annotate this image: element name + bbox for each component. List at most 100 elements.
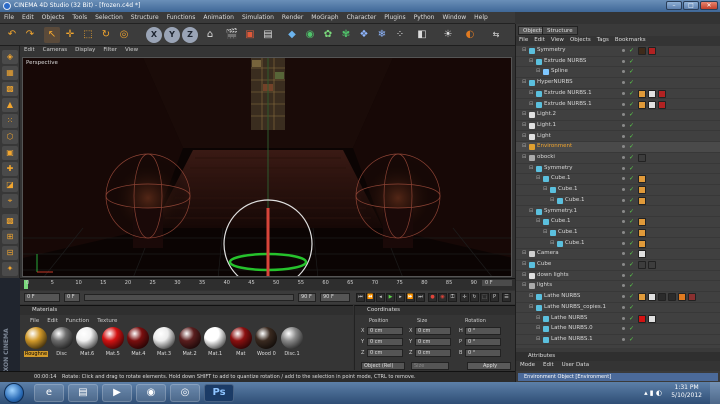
object-tag-icon[interactable] bbox=[648, 100, 656, 109]
enabled-check-icon[interactable]: ✓ bbox=[629, 68, 634, 75]
object-tag-icon[interactable] bbox=[678, 293, 686, 302]
object-menu-objects[interactable]: Objects bbox=[567, 36, 594, 43]
workplane-lock-icon[interactable]: ⊞ bbox=[2, 230, 18, 244]
prev-key-button[interactable]: ⏪ bbox=[366, 293, 375, 302]
coordinate-mode-select[interactable]: Object (Rel) bbox=[361, 362, 405, 370]
object-row[interactable]: ⊟ Cube.1 ✓ bbox=[516, 185, 720, 196]
expand-toggle-icon[interactable]: ⊟ bbox=[529, 90, 533, 96]
expand-toggle-icon[interactable]: ⊟ bbox=[536, 325, 540, 331]
expand-toggle-icon[interactable]: ⊟ bbox=[529, 208, 533, 214]
menu-selection[interactable]: Selection bbox=[91, 12, 127, 21]
play-button[interactable]: ▶ bbox=[386, 293, 395, 302]
menu-plugins[interactable]: Plugins bbox=[380, 12, 410, 21]
layout-icon[interactable]: ◐ bbox=[462, 27, 478, 43]
current-frame-field[interactable]: 0 F bbox=[64, 293, 80, 302]
expand-toggle-icon[interactable]: ⊟ bbox=[543, 186, 547, 192]
menu-animation[interactable]: Animation bbox=[199, 12, 238, 21]
grid-icon[interactable]: ⊟ bbox=[2, 246, 18, 260]
visibility-dot[interactable] bbox=[622, 305, 625, 309]
object-menu-tags[interactable]: Tags bbox=[594, 36, 612, 43]
scale-key-button[interactable]: ⬚ bbox=[480, 293, 489, 302]
maximize-button[interactable]: □ bbox=[683, 1, 699, 10]
object-tag-icon[interactable] bbox=[638, 293, 646, 302]
enabled-check-icon[interactable]: ✓ bbox=[629, 304, 634, 311]
light-icon[interactable]: ☀ bbox=[440, 27, 456, 43]
timeline-ruler[interactable]: 0 5 10 15 20 25 30 35 40 45 50 55 60 65 70 75 80 85 90 0 F bbox=[20, 278, 515, 290]
menu-python[interactable]: Python bbox=[410, 12, 439, 21]
visibility-dot[interactable] bbox=[622, 91, 625, 95]
visibility-dot[interactable] bbox=[622, 59, 625, 63]
viewport-menu-view[interactable]: View bbox=[121, 46, 142, 53]
explorer-taskbar-icon[interactable]: ▤ bbox=[68, 384, 98, 402]
viewport-menu-edit[interactable]: Edit bbox=[20, 46, 39, 53]
sculpt-icon[interactable]: ✦ bbox=[2, 262, 18, 276]
material-swatch[interactable]: Mat.1 bbox=[203, 327, 227, 361]
visibility-dot[interactable] bbox=[622, 177, 625, 181]
apply-button[interactable]: Apply bbox=[467, 362, 511, 370]
move-icon[interactable]: ✛ bbox=[62, 27, 78, 43]
object-tag-icon[interactable] bbox=[688, 293, 696, 302]
object-tag-icon[interactable] bbox=[638, 89, 646, 98]
position-field[interactable]: 0 cm bbox=[367, 349, 403, 357]
visibility-dot[interactable] bbox=[622, 134, 625, 138]
attributes-menu-mode[interactable]: Mode bbox=[516, 361, 539, 368]
enabled-check-icon[interactable]: ✓ bbox=[629, 101, 634, 108]
materials-menu-file[interactable]: File bbox=[26, 318, 43, 324]
size-field[interactable]: 0 cm bbox=[415, 349, 451, 357]
points-mode-icon[interactable]: ⁙ bbox=[2, 114, 18, 128]
visibility-dot[interactable] bbox=[622, 273, 625, 277]
object-row[interactable]: ⊟ Cube.1 ✓ bbox=[516, 196, 720, 207]
render-picture-viewer-icon[interactable]: ▣ bbox=[242, 27, 258, 43]
photoshop-taskbar-icon[interactable]: Ps bbox=[204, 384, 234, 402]
object-tag-icon[interactable] bbox=[638, 196, 646, 205]
record-button[interactable]: ● bbox=[428, 293, 437, 302]
enabled-check-icon[interactable]: ✓ bbox=[629, 197, 634, 204]
menu-tools[interactable]: Tools bbox=[68, 12, 91, 21]
menu-mograph[interactable]: MoGraph bbox=[307, 12, 342, 21]
object-menu-edit[interactable]: Edit bbox=[531, 36, 548, 43]
material-swatch[interactable]: Roughne bbox=[24, 327, 48, 361]
expand-toggle-icon[interactable]: ⊟ bbox=[536, 315, 540, 321]
object-tag-icon[interactable] bbox=[638, 250, 646, 259]
material-swatch[interactable]: Mat.3 bbox=[152, 327, 176, 361]
expand-toggle-icon[interactable]: ⊟ bbox=[522, 133, 526, 139]
expand-toggle-icon[interactable]: ⊟ bbox=[522, 47, 526, 53]
coordinate-system-icon[interactable]: ⌂ bbox=[202, 27, 218, 43]
material-swatch[interactable]: Wood 0 bbox=[254, 327, 278, 361]
render-settings-icon[interactable]: ▤ bbox=[260, 27, 276, 43]
camera-icon[interactable]: ◧ bbox=[414, 27, 430, 43]
redo-icon[interactable]: ↷ bbox=[22, 27, 38, 43]
menu-render[interactable]: Render bbox=[278, 12, 307, 21]
object-tag-icon[interactable] bbox=[638, 100, 646, 109]
start-frame-field[interactable]: 0 F bbox=[24, 293, 60, 302]
menu-character[interactable]: Character bbox=[343, 12, 381, 21]
object-row[interactable]: ⊟ Lathe NURBS ✓ bbox=[516, 314, 720, 324]
visibility-dot[interactable] bbox=[622, 81, 625, 85]
expand-toggle-icon[interactable]: ⊟ bbox=[522, 154, 526, 160]
show-desktop-button[interactable] bbox=[710, 382, 720, 404]
start-button[interactable] bbox=[4, 383, 24, 403]
visibility-dot[interactable] bbox=[622, 145, 625, 149]
expand-toggle-icon[interactable]: ⊟ bbox=[522, 122, 526, 128]
visibility-dot[interactable] bbox=[622, 263, 625, 266]
enabled-check-icon[interactable]: ✓ bbox=[629, 111, 634, 118]
expand-toggle-icon[interactable]: ⊟ bbox=[529, 58, 533, 64]
enabled-check-icon[interactable]: ✓ bbox=[629, 175, 634, 182]
expand-toggle-icon[interactable]: ⊟ bbox=[529, 165, 533, 171]
position-key-button[interactable]: ✛ bbox=[460, 293, 469, 302]
visibility-dot[interactable] bbox=[622, 252, 625, 256]
timeline-range-slider[interactable] bbox=[84, 294, 294, 301]
enabled-check-icon[interactable]: ✓ bbox=[629, 261, 634, 268]
viewport-menu-cameras[interactable]: Cameras bbox=[39, 46, 71, 53]
visibility-dot[interactable] bbox=[622, 166, 625, 170]
x-axis-toggle[interactable]: X bbox=[146, 27, 162, 43]
object-row[interactable]: ⊟ Environment ✓ bbox=[516, 142, 720, 153]
visibility-dot[interactable] bbox=[622, 337, 625, 341]
enabled-check-icon[interactable]: ✓ bbox=[629, 315, 634, 322]
object-row[interactable]: ⊟ Extrude NURBS ✓ bbox=[516, 57, 720, 68]
enabled-check-icon[interactable]: ✓ bbox=[629, 272, 634, 279]
visibility-dot[interactable] bbox=[622, 241, 625, 245]
menu-functions[interactable]: Functions bbox=[163, 12, 200, 21]
materials-menu-texture[interactable]: Texture bbox=[93, 318, 121, 324]
expand-toggle-icon[interactable]: ⊟ bbox=[536, 336, 540, 342]
